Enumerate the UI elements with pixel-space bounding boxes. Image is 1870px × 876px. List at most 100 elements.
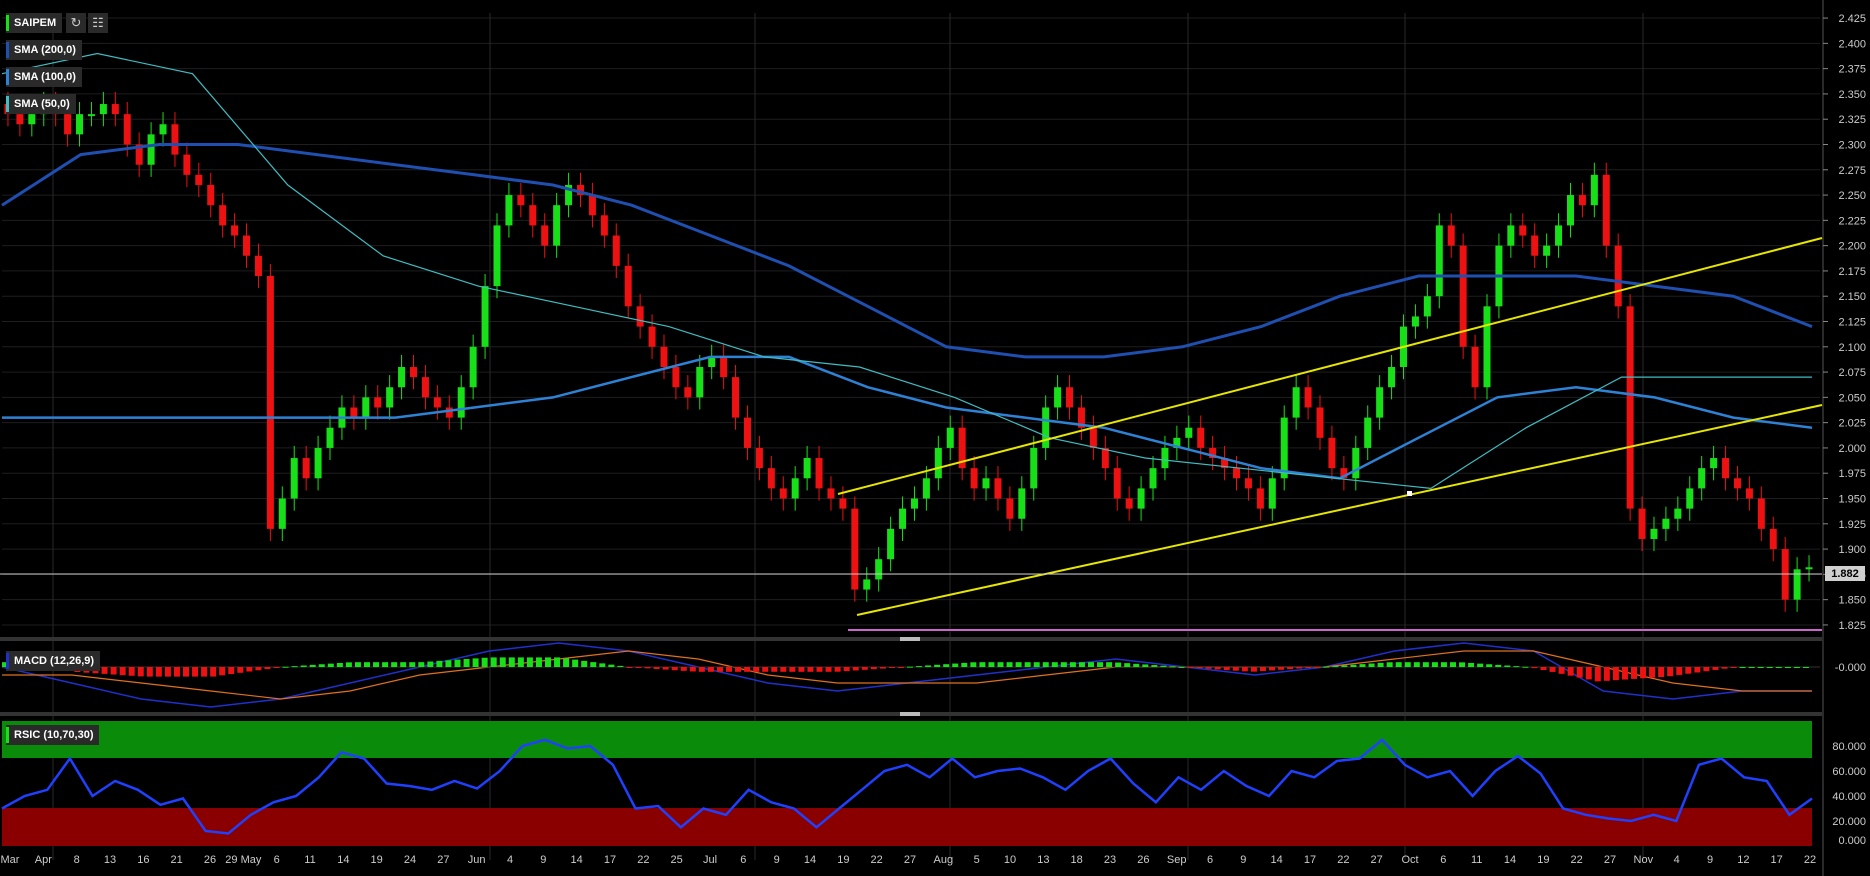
macd-histogram-bar [816, 667, 823, 672]
candle-body [493, 225, 501, 287]
macd-histogram-bar [807, 667, 814, 672]
macd-histogram-bar [1115, 662, 1122, 667]
rsi-axis-label: 0.000 [1838, 835, 1866, 847]
macd-histogram-bar [345, 662, 352, 667]
macd-histogram-bar [128, 667, 135, 676]
candle-body [1388, 367, 1396, 388]
macd-histogram-bar [237, 667, 244, 673]
candle-body [1483, 306, 1491, 388]
candle-body [1614, 245, 1622, 307]
macd-histogram-bar [680, 667, 687, 671]
candle-body [1316, 407, 1324, 438]
legend-sma50[interactable]: SMA (50,0) [6, 94, 76, 114]
candle-body [64, 114, 72, 135]
macd-histogram-bar [780, 667, 787, 672]
x-axis-label: Apr [35, 854, 52, 866]
candle-body [899, 508, 907, 529]
candle-body [720, 356, 728, 378]
price-axis-label: 2.000 [1838, 443, 1866, 455]
macd-histogram-bar [1676, 667, 1683, 675]
macd-histogram-bar [1097, 662, 1104, 667]
macd-histogram-bar [291, 666, 298, 668]
candle-body [1030, 447, 1038, 489]
macd-histogram-bar [382, 662, 389, 667]
candle-body [612, 235, 620, 266]
macd-histogram-bar [1730, 667, 1737, 668]
candle-body [1769, 528, 1777, 550]
x-axis-label: Jul [703, 854, 717, 866]
candle-body [314, 447, 322, 479]
symbol-label: SAIPEM [14, 17, 57, 29]
candle-body [1745, 488, 1753, 499]
macd-histogram-bar [110, 667, 117, 675]
x-axis-label: 13 [1037, 854, 1049, 866]
macd-histogram-bar [1594, 667, 1601, 682]
x-axis-label: Sep [1167, 854, 1187, 866]
price-axis-label: 1.950 [1838, 494, 1866, 506]
x-axis-label: 24 [404, 854, 416, 866]
candle-body [410, 367, 418, 378]
x-axis-label: 11 [1471, 854, 1482, 866]
price-axis-label: 2.350 [1838, 89, 1866, 101]
candle-body [254, 255, 262, 276]
candle-body [541, 225, 549, 246]
macd-histogram-bar [201, 667, 208, 677]
candle-body [588, 195, 596, 216]
price-axis-label: 2.125 [1838, 317, 1866, 329]
x-axis-label: 14 [804, 854, 816, 866]
candle-body [1018, 488, 1026, 519]
legend-sma200[interactable]: SMA (200,0) [6, 40, 82, 60]
candle-body [684, 387, 692, 398]
macd-color-bar [6, 653, 9, 669]
price-axis-label: 2.200 [1838, 241, 1866, 253]
macd-histogram-bar [309, 664, 316, 667]
candle-body [839, 498, 847, 509]
macd-histogram-bar [626, 667, 633, 668]
price-axis-label: 1.900 [1838, 544, 1866, 556]
legend-symbol[interactable]: SAIPEM [6, 13, 63, 33]
trendline-handle[interactable] [1407, 491, 1412, 496]
candle-body [195, 174, 203, 185]
macd-histogram-bar [1060, 662, 1067, 667]
legend-sma100[interactable]: SMA (100,0) [6, 67, 82, 87]
macd-histogram-bar [183, 667, 189, 677]
macd-histogram-bar [499, 657, 506, 667]
macd-histogram-bar [1513, 666, 1520, 668]
candle-body [1578, 195, 1586, 206]
candle-body [1686, 488, 1694, 509]
macd-histogram-bar [318, 664, 325, 667]
legend-rsi[interactable]: RSIC (10,70,30) [6, 725, 100, 745]
candle-body [290, 458, 298, 499]
rsi-axis-label: 60.000 [1832, 766, 1866, 778]
macd-histogram-bar [1314, 667, 1321, 668]
price-axis-label: 2.375 [1838, 64, 1866, 76]
macd-histogram-bar [1305, 667, 1312, 668]
macd-histogram-bar [354, 662, 361, 667]
macd-histogram-bar [1332, 666, 1339, 668]
macd-histogram-bar [1694, 667, 1701, 673]
refresh-icon[interactable]: ↻ [66, 13, 86, 33]
legend-macd[interactable]: MACD (12,26,9) [6, 651, 101, 671]
candle-body [505, 195, 513, 226]
macd-histogram-bar [1169, 666, 1176, 668]
candle-body [1602, 174, 1610, 246]
macd-histogram-bar [119, 667, 126, 676]
macd-histogram-bar [1450, 662, 1456, 667]
divider-grip-1[interactable] [900, 637, 920, 641]
divider-grip-2[interactable] [900, 712, 920, 716]
candle-body [767, 468, 775, 489]
sma100-label: SMA (100,0) [14, 71, 76, 83]
x-axis-label: 6 [274, 854, 280, 866]
candle-body [302, 458, 310, 479]
calendar-icon[interactable]: ☷ [88, 13, 108, 33]
macd-histogram-bar [716, 667, 723, 672]
stock-chart[interactable]: 2.425 2.400 2.375 2.350 2.325 2.300 2.275 2.250… [0, 0, 1870, 876]
macd-histogram-bar [925, 665, 932, 667]
candle-body [1650, 528, 1658, 539]
candle-body [946, 427, 954, 448]
macd-histogram-bar [1621, 667, 1628, 680]
candle-body [1674, 508, 1682, 519]
candle-body [624, 265, 632, 307]
candle-body [994, 478, 1002, 499]
macd-histogram-bar [1033, 662, 1040, 667]
